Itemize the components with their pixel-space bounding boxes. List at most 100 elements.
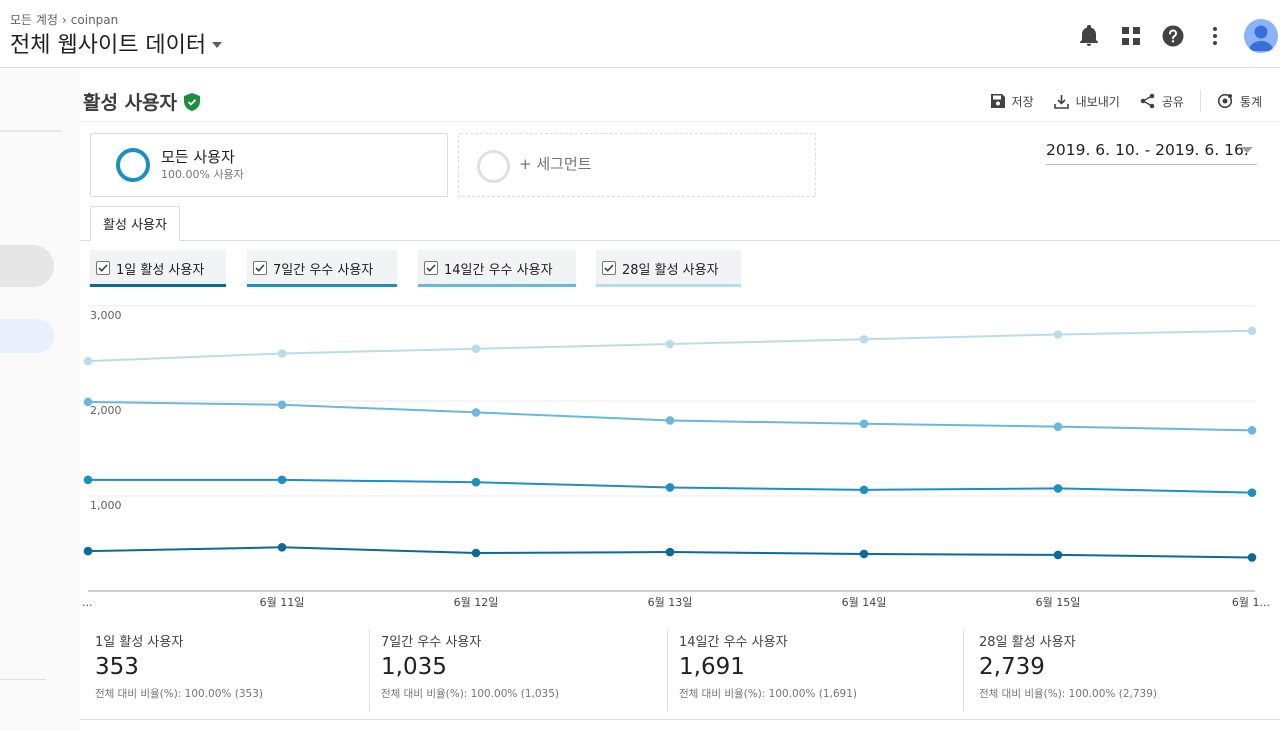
metric-7day: 7일간 우수 사용자 1,035 전체 대비 비율(%): 100.00% (1… (366, 623, 668, 711)
view-selector[interactable]: 전체 웹사이트 데이터 (10, 27, 223, 59)
segment-card-all-users[interactable]: 모든 사용자 100.00% 사용자 (90, 133, 448, 197)
segment-ring-icon (116, 148, 150, 182)
data-point (83, 546, 93, 556)
x-tick-label: 6월 15일 (1036, 595, 1081, 609)
chevron-down-icon (1241, 147, 1253, 153)
x-tick-label: 6월 1... (1232, 596, 1270, 609)
metric-label: 1일 활성 사용자 (95, 635, 184, 650)
legend-toggle-14day[interactable]: 14일간 우수 사용자 (418, 250, 576, 287)
data-point (665, 483, 675, 492)
legend-label: 7일간 우수 사용자 (273, 262, 374, 278)
legend-toggle-7day[interactable]: 7일간 우수 사용자 (247, 250, 397, 287)
report-title: 활성 사용자 (83, 88, 201, 115)
sidebar-divider (0, 679, 46, 680)
data-point (277, 543, 287, 552)
share-button[interactable]: 공유 (1140, 93, 1184, 110)
data-point (471, 344, 481, 354)
data-point (277, 349, 287, 358)
metric-label: 7일간 우수 사용자 (381, 635, 482, 650)
insights-button[interactable]: 통계 (1217, 93, 1262, 110)
download-icon (1053, 94, 1069, 109)
legend-color-bar (596, 284, 741, 287)
data-point (1053, 330, 1063, 339)
view-title: 전체 웹사이트 데이터 (10, 33, 207, 58)
y-tick-label: 2,000 (90, 404, 122, 417)
line-chart-svg: 1,000 2,000 3,000... 6월 11일 6월 12일 6월 13일 6월 1… (82, 305, 1270, 609)
x-tick-label: 6월 12일 (454, 595, 499, 609)
breadcrumb-account[interactable]: 모든 계정 (10, 11, 58, 28)
x-tick-label: 6월 14일 (842, 595, 887, 609)
shield-check-icon (184, 92, 201, 111)
tab-active-users[interactable]: 활성 사용자 (90, 206, 180, 241)
report-header: 활성 사용자 저장 내보내기 공유 통계 (80, 68, 1280, 122)
metric-1day: 1일 활성 사용자 353 전체 대비 비율(%): 100.00% (353) (80, 623, 370, 711)
date-range-text: 2019. 6. 10. - 2019. 6. 16. (1046, 140, 1249, 159)
legend-color-bar (90, 284, 226, 287)
breadcrumb-separator: › (61, 12, 67, 27)
sidebar-item-active[interactable] (0, 319, 54, 353)
y-tick-label: 3,000 (90, 309, 122, 322)
metric-value: 1,035 (381, 654, 447, 680)
help-icon[interactable] (1152, 16, 1194, 56)
breadcrumb: 모든 계정 › coinpan (10, 11, 118, 28)
metric-value: 2,739 (979, 654, 1045, 680)
save-label: 저장 (1011, 94, 1034, 109)
legend-label: 1일 활성 사용자 (116, 262, 205, 278)
data-point (665, 339, 675, 349)
data-point (1247, 326, 1257, 336)
metric-value: 1,691 (679, 654, 745, 680)
sidebar-item[interactable] (0, 245, 54, 287)
data-point (1247, 553, 1257, 562)
save-icon (990, 94, 1005, 108)
data-point (1053, 550, 1063, 560)
data-point (277, 475, 287, 485)
apps-grid-icon[interactable] (1110, 16, 1152, 56)
summary-bottom-divider (80, 719, 1280, 720)
add-segment-button[interactable]: + 세그먼트 (458, 133, 816, 197)
bell-icon[interactable] (1068, 16, 1110, 56)
summary-metrics: 1일 활성 사용자 353 전체 대비 비율(%): 100.00% (353)… (80, 623, 1280, 731)
legend-label: 28일 활성 사용자 (622, 262, 719, 278)
checkbox-checked-icon (424, 261, 438, 275)
data-point (471, 408, 481, 417)
legend-color-bar (247, 284, 397, 287)
segment-percent: 100.00% 사용자 (161, 168, 244, 181)
add-segment-label: + 세그먼트 (519, 155, 592, 173)
data-point (471, 548, 481, 558)
checkbox-checked-icon (253, 261, 267, 275)
data-point (859, 419, 869, 429)
share-label: 공유 (1161, 94, 1184, 109)
top-icons (1068, 16, 1280, 56)
save-button[interactable]: 저장 (990, 93, 1034, 110)
tab-bar-line (80, 240, 1280, 241)
share-icon (1140, 93, 1155, 109)
metric-subtext: 전체 대비 비율(%): 100.00% (1,035) (381, 688, 559, 700)
data-point (665, 547, 675, 557)
data-point (83, 356, 93, 366)
series-line (87, 400, 1253, 432)
legend-color-bar (418, 284, 576, 287)
legend-toggle-1day[interactable]: 1일 활성 사용자 (90, 250, 226, 287)
chevron-down-icon (212, 42, 223, 48)
data-point (665, 416, 675, 425)
x-tick-label: 6월 11일 (260, 595, 305, 609)
avatar-icon[interactable] (1244, 19, 1278, 53)
legend-label: 14일간 우수 사용자 (444, 262, 553, 278)
data-point (471, 477, 481, 487)
date-range-picker[interactable]: 2019. 6. 10. - 2019. 6. 16. (1046, 135, 1257, 165)
data-point (1053, 484, 1063, 493)
data-point (1247, 488, 1257, 497)
more-vert-icon[interactable] (1194, 16, 1236, 56)
metric-label: 28일 활성 사용자 (979, 635, 1076, 650)
export-button[interactable]: 내보내기 (1053, 93, 1120, 110)
breadcrumb-property[interactable]: coinpan (71, 13, 118, 27)
y-tick-label: 1,000 (90, 499, 122, 512)
metric-subtext: 전체 대비 비율(%): 100.00% (1,691) (679, 688, 857, 700)
metric-14day: 14일간 우수 사용자 1,691 전체 대비 비율(%): 100.00% (… (664, 623, 964, 711)
insights-icon (1217, 93, 1233, 109)
legend-toggle-28day[interactable]: 28일 활성 사용자 (596, 250, 741, 287)
actions-divider (1199, 90, 1201, 112)
data-point (859, 334, 869, 344)
segment-name: 모든 사용자 (161, 148, 235, 166)
sidebar-divider (0, 130, 62, 132)
